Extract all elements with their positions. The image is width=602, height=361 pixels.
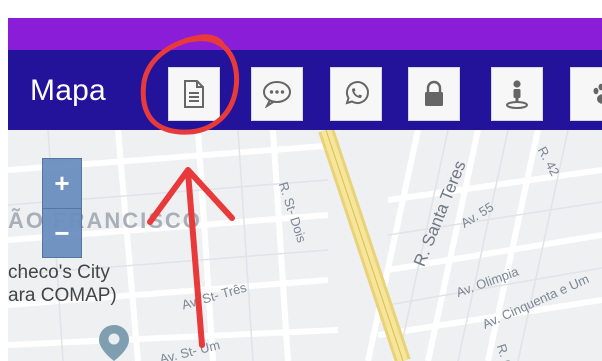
chat-bubble-icon xyxy=(263,81,291,108)
lock-button[interactable] xyxy=(408,67,460,121)
paw-icon xyxy=(593,83,602,104)
map-view[interactable]: ÃO FRANCISCO checo's City ara COMAP) R. … xyxy=(8,130,602,361)
status-bar xyxy=(8,18,602,50)
district-label: ÃO FRANCISCO xyxy=(8,208,202,233)
zoom-control: + − xyxy=(42,158,82,258)
document-button[interactable] xyxy=(168,67,220,121)
zoom-out-button[interactable]: − xyxy=(43,209,81,258)
person-button[interactable] xyxy=(491,67,543,121)
paw-button[interactable] xyxy=(570,67,602,121)
poi-label-line2: ara COMAP) xyxy=(8,285,117,306)
location-pin-icon[interactable] xyxy=(96,323,132,361)
whatsapp-button[interactable] xyxy=(330,67,382,121)
poi-label-line1: checo's City xyxy=(8,262,110,283)
lock-icon xyxy=(425,80,443,106)
whatsapp-icon xyxy=(345,81,369,105)
document-icon xyxy=(184,80,204,108)
zoom-in-button[interactable]: + xyxy=(43,159,81,208)
app-bar: Mapa xyxy=(8,50,602,130)
screen: Mapa ÃO FRANCISCO checo's City ara COMAP… xyxy=(0,0,602,361)
person-pin-icon xyxy=(506,80,528,109)
chat-button[interactable] xyxy=(251,67,303,121)
page-title: Mapa xyxy=(30,74,106,107)
